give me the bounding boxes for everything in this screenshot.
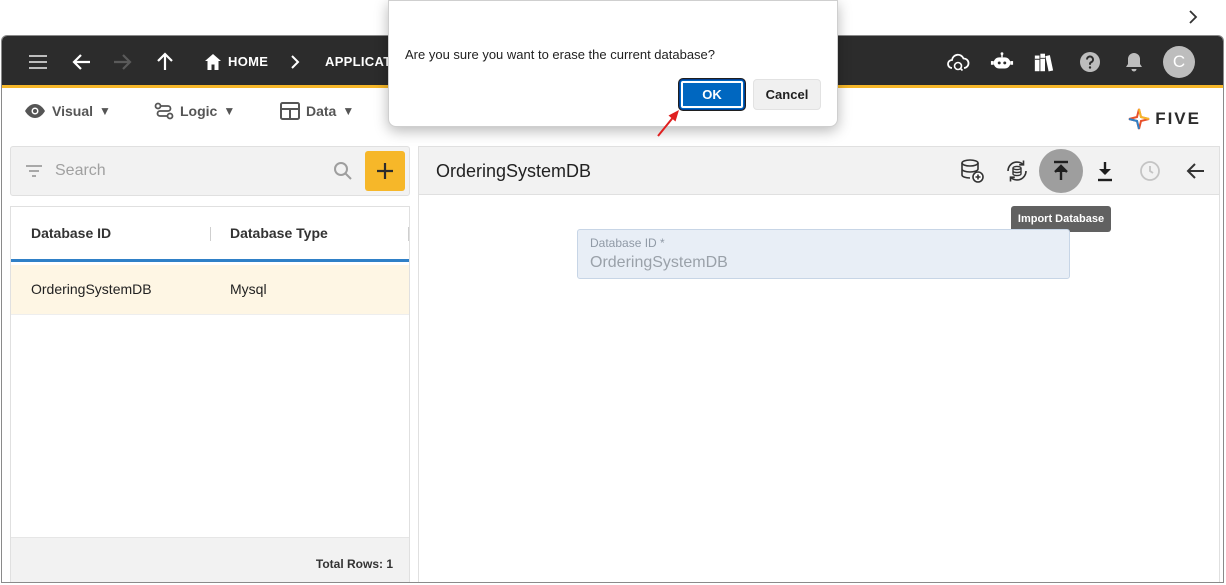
menu-visual[interactable]: Visual ▼ xyxy=(24,99,111,123)
logic-flow-icon xyxy=(154,102,174,120)
add-database-button[interactable] xyxy=(365,151,405,191)
five-logo: FIVE xyxy=(1127,107,1201,131)
avatar[interactable]: C xyxy=(1163,46,1195,78)
upload-icon xyxy=(1054,160,1068,180)
chevron-down-icon: ▼ xyxy=(99,104,111,118)
filter-icon[interactable] xyxy=(25,163,43,179)
database-id-label: Database ID * xyxy=(590,236,665,250)
breadcrumb-applications[interactable]: APPLICATI xyxy=(325,54,395,69)
search-bar xyxy=(10,146,410,196)
breadcrumb-chevron-icon xyxy=(283,50,307,74)
eye-icon xyxy=(25,104,45,118)
forward-arrow-icon[interactable] xyxy=(110,50,134,74)
back-arrow-icon[interactable] xyxy=(70,50,94,74)
search-input[interactable] xyxy=(55,159,325,183)
cancel-button[interactable]: Cancel xyxy=(753,79,821,110)
chevron-down-icon: ▼ xyxy=(342,104,355,118)
table-icon xyxy=(280,102,300,120)
ok-button[interactable]: OK xyxy=(679,79,745,110)
database-table: Database ID Database Type OrderingSystem… xyxy=(10,206,410,582)
cloud-sync-icon[interactable] xyxy=(946,50,970,74)
database-detail-panel: OrderingSystemDB Import Database Databas… xyxy=(418,146,1220,582)
total-rows: Total Rows: 1 xyxy=(315,557,393,571)
five-logo-text: FIVE xyxy=(1155,109,1201,128)
column-header-database-type[interactable]: Database Type xyxy=(230,225,328,241)
library-icon[interactable] xyxy=(1033,50,1057,74)
help-icon[interactable] xyxy=(1078,50,1102,74)
database-list-panel: Database ID Database Type OrderingSystem… xyxy=(10,146,410,582)
menu-icon[interactable] xyxy=(26,50,50,74)
chevron-right-icon[interactable] xyxy=(1184,8,1202,26)
history-icon[interactable] xyxy=(1128,149,1172,193)
detail-header: OrderingSystemDB xyxy=(419,147,1219,195)
five-logo-icon xyxy=(1128,108,1150,130)
annotation-arrow-icon xyxy=(657,110,679,137)
plus-icon xyxy=(377,163,393,179)
column-divider[interactable] xyxy=(408,227,409,241)
chatbot-icon[interactable] xyxy=(990,50,1014,74)
confirm-dialog: Are you sure you want to erase the curre… xyxy=(388,0,838,127)
cell-database-type: Mysql xyxy=(230,281,267,297)
detail-title: OrderingSystemDB xyxy=(436,161,592,181)
close-panel-arrow-icon[interactable] xyxy=(1174,149,1218,193)
bell-icon[interactable] xyxy=(1122,50,1146,74)
up-arrow-icon[interactable] xyxy=(153,50,177,74)
column-divider[interactable] xyxy=(210,227,211,241)
table-footer: Total Rows: 1 xyxy=(11,537,409,582)
database-id-value: OrderingSystemDB xyxy=(590,254,728,271)
import-database-button[interactable] xyxy=(1039,149,1083,193)
column-header-database-id[interactable]: Database ID xyxy=(31,225,111,241)
menu-data-label: Data xyxy=(306,103,337,119)
export-database-button[interactable] xyxy=(1083,149,1127,193)
menu-logic-label: Logic xyxy=(180,103,218,119)
menu-data[interactable]: Data ▼ xyxy=(280,99,354,123)
breadcrumb-home[interactable]: HOME xyxy=(228,54,268,69)
download-icon xyxy=(1098,162,1112,182)
menu-visual-label: Visual xyxy=(52,103,93,119)
dialog-message: Are you sure you want to erase the curre… xyxy=(405,47,716,62)
search-icon[interactable] xyxy=(333,161,353,181)
home-icon[interactable] xyxy=(201,50,225,74)
table-header: Database ID Database Type xyxy=(11,207,409,262)
menu-logic[interactable]: Logic ▼ xyxy=(154,99,235,123)
chevron-down-icon: ▼ xyxy=(223,104,236,118)
table-row[interactable]: OrderingSystemDB Mysql xyxy=(11,265,409,315)
database-id-field[interactable]: Database ID * OrderingSystemDB xyxy=(577,229,1070,279)
cell-database-id: OrderingSystemDB xyxy=(31,281,152,297)
database-sync-icon[interactable] xyxy=(995,149,1039,193)
add-database-connection-icon[interactable] xyxy=(950,149,994,193)
